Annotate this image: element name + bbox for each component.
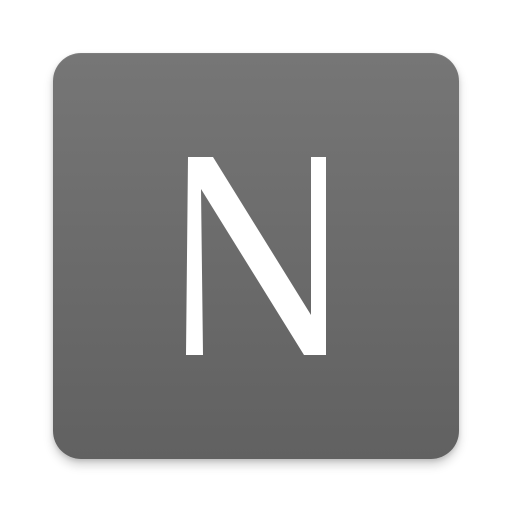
n-letter-shape: [186, 157, 326, 355]
n-letter-icon: [186, 157, 326, 355]
icon-canvas: [0, 0, 512, 512]
app-icon[interactable]: [53, 53, 459, 459]
